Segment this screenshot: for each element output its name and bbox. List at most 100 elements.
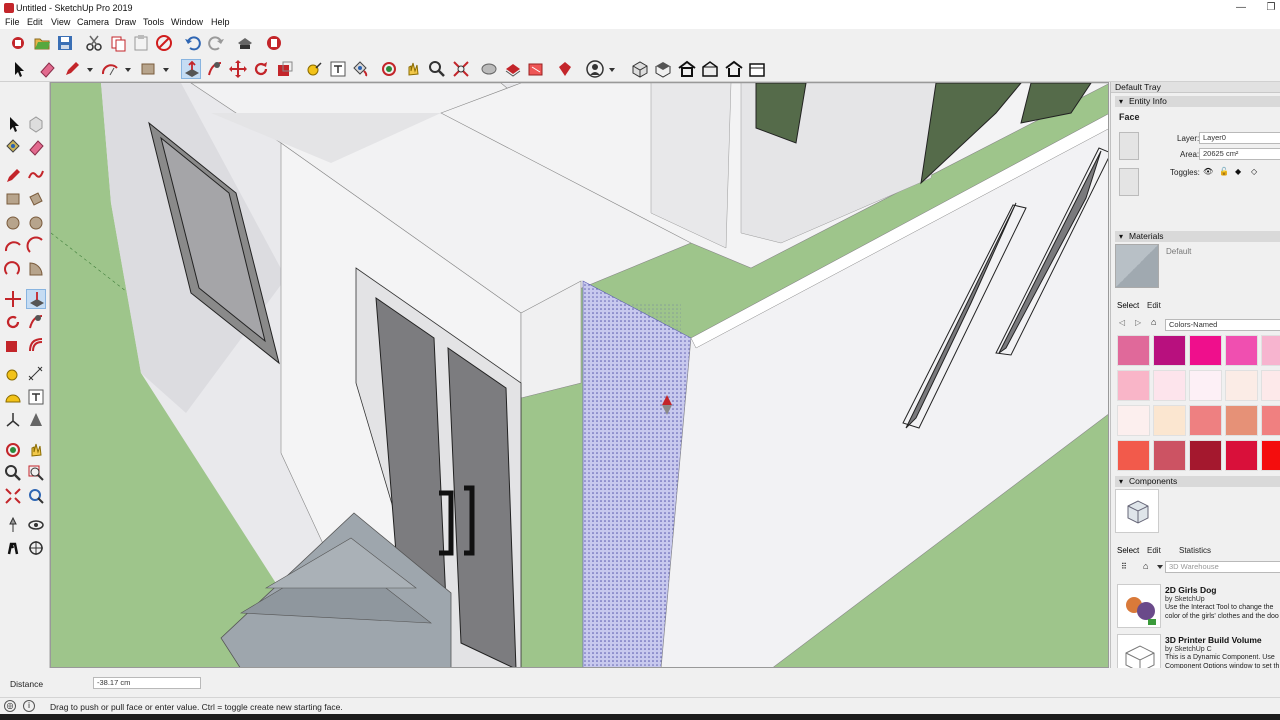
copy-icon[interactable]: [108, 33, 128, 53]
visibility-toggle-icon[interactable]: 👁: [1203, 167, 1213, 176]
menu-camera[interactable]: Camera: [77, 17, 109, 27]
layer-select[interactable]: Layer0: [1199, 132, 1280, 144]
ruby-icon[interactable]: [555, 59, 575, 79]
material-swatch[interactable]: [1189, 335, 1222, 366]
material-swatch[interactable]: [1261, 335, 1280, 366]
account-icon[interactable]: [585, 59, 605, 79]
menu-help[interactable]: Help: [211, 17, 230, 27]
material-swatch[interactable]: [1225, 405, 1258, 436]
material-swatch[interactable]: [1189, 405, 1222, 436]
component-thumb-3d-printer[interactable]: [1117, 634, 1161, 668]
menu-file[interactable]: File: [5, 17, 20, 27]
warehouse-share-icon[interactable]: [503, 59, 523, 79]
section-plane-icon[interactable]: [479, 59, 499, 79]
save-icon[interactable]: [55, 33, 75, 53]
iso-view-icon[interactable]: [630, 59, 650, 79]
undo-icon[interactable]: [183, 33, 203, 53]
zoom-window-icon[interactable]: [26, 463, 46, 483]
material-swatch[interactable]: [1189, 370, 1222, 401]
geolocation-icon[interactable]: ◎: [4, 700, 16, 712]
receive-shadows-toggle-icon[interactable]: ◇: [1251, 167, 1257, 176]
components-tab-edit[interactable]: Edit: [1147, 546, 1161, 555]
components-search-input[interactable]: 3D Warehouse: [1165, 561, 1280, 573]
rotate-icon[interactable]: [251, 59, 271, 79]
text-icon[interactable]: [26, 387, 46, 407]
forward-arrow-icon[interactable]: ▷: [1135, 318, 1141, 327]
face-back-swatch[interactable]: [1119, 168, 1139, 196]
move-icon[interactable]: [3, 289, 23, 309]
right-view-icon[interactable]: [700, 59, 720, 79]
material-library-select[interactable]: Colors-Named: [1165, 319, 1280, 331]
offset-icon[interactable]: [26, 335, 46, 355]
zoom-icon[interactable]: [427, 59, 447, 79]
materials-tab-select[interactable]: Select: [1117, 301, 1139, 310]
look-around-icon[interactable]: [26, 515, 46, 535]
text-icon[interactable]: [328, 59, 348, 79]
pencil-dropdown-caret[interactable]: [87, 68, 93, 72]
pie-icon[interactable]: [26, 259, 46, 279]
tape-measure-icon[interactable]: [3, 364, 23, 384]
minimize-button[interactable]: —: [1226, 0, 1256, 16]
line-icon[interactable]: [3, 166, 23, 186]
material-swatch[interactable]: [1153, 440, 1186, 471]
two-point-arc-icon[interactable]: [26, 236, 46, 256]
menu-tools[interactable]: Tools: [143, 17, 164, 27]
erase-icon[interactable]: [154, 33, 174, 53]
model-info-icon[interactable]: [264, 33, 284, 53]
back-arrow-icon[interactable]: ◁: [1119, 318, 1125, 327]
protractor-icon[interactable]: [3, 387, 23, 407]
arc-icon[interactable]: [100, 59, 120, 79]
arc-dropdown-caret[interactable]: [125, 68, 131, 72]
model-viewport[interactable]: [50, 82, 1109, 668]
select-icon[interactable]: [3, 114, 23, 134]
paint-bucket-icon[interactable]: [350, 59, 370, 79]
arc-icon[interactable]: [3, 236, 23, 256]
pan-icon[interactable]: [403, 59, 423, 79]
3d-warehouse-icon[interactable]: [8, 33, 28, 53]
tape-measure-icon[interactable]: [304, 59, 324, 79]
pan-icon[interactable]: [26, 440, 46, 460]
material-swatch[interactable]: [1189, 440, 1222, 471]
rectangle-dropdown-caret[interactable]: [163, 68, 169, 72]
freehand-icon[interactable]: [26, 166, 46, 186]
open-icon[interactable]: [32, 33, 52, 53]
top-view-icon[interactable]: [653, 59, 673, 79]
material-swatch[interactable]: [1261, 405, 1280, 436]
material-swatch[interactable]: [1225, 335, 1258, 366]
components-header[interactable]: Components: [1115, 476, 1280, 487]
eraser-icon[interactable]: [37, 59, 57, 79]
scale-icon[interactable]: [3, 335, 23, 355]
menu-view[interactable]: View: [51, 17, 70, 27]
view-options-icon[interactable]: ⠿: [1121, 562, 1127, 571]
paint-bucket-icon[interactable]: [3, 137, 23, 157]
rotate-icon[interactable]: [3, 312, 23, 332]
material-swatch[interactable]: [1225, 440, 1258, 471]
material-swatch[interactable]: [1153, 370, 1186, 401]
zoom-extents-icon[interactable]: [3, 486, 23, 506]
dimension-icon[interactable]: [26, 364, 46, 384]
materials-header[interactable]: Materials: [1115, 231, 1280, 242]
rectangle-icon[interactable]: [138, 59, 158, 79]
zoom-extents-icon[interactable]: [451, 59, 471, 79]
material-swatch[interactable]: [1225, 370, 1258, 401]
components-tab-select[interactable]: Select: [1117, 546, 1139, 555]
material-swatch[interactable]: [1117, 335, 1150, 366]
rectangle-icon[interactable]: [3, 189, 23, 209]
three-point-arc-icon[interactable]: [3, 259, 23, 279]
follow-me-icon[interactable]: [205, 59, 225, 79]
zoom-icon[interactable]: [3, 463, 23, 483]
cast-shadows-toggle-icon[interactable]: ◆: [1235, 167, 1241, 176]
orbit-icon[interactable]: [379, 59, 399, 79]
material-swatch[interactable]: [1261, 440, 1280, 471]
section-plane-icon[interactable]: [26, 538, 46, 558]
eraser-icon[interactable]: [26, 137, 46, 157]
back-view-icon[interactable]: [724, 59, 744, 79]
print-icon[interactable]: [235, 33, 255, 53]
cut-icon[interactable]: [84, 33, 104, 53]
materials-tab-edit[interactable]: Edit: [1147, 301, 1161, 310]
3d-house-model[interactable]: [51, 83, 1109, 668]
circle-icon[interactable]: [3, 213, 23, 233]
pencil-icon[interactable]: [62, 59, 82, 79]
position-camera-icon[interactable]: [3, 515, 23, 535]
previous-view-icon[interactable]: [26, 486, 46, 506]
